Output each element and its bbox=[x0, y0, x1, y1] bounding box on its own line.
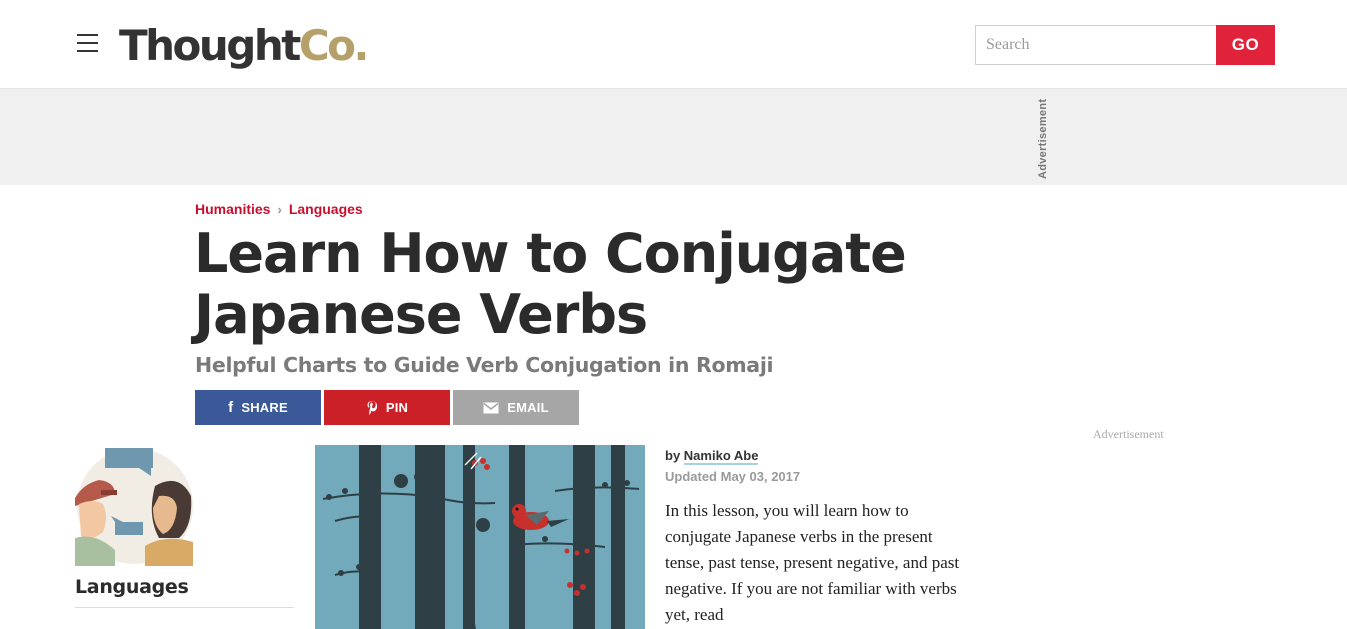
sidebar-category-title[interactable]: Languages bbox=[75, 576, 189, 598]
sidebar-divider bbox=[75, 607, 294, 608]
updated-date: Updated May 03, 2017 bbox=[665, 469, 801, 484]
site-header: ThoughtCo. GO bbox=[0, 0, 1347, 89]
breadcrumb-languages[interactable]: Languages bbox=[289, 201, 363, 217]
languages-category-illustration[interactable] bbox=[75, 446, 195, 566]
facebook-share-label: SHARE bbox=[241, 400, 288, 415]
top-ad-banner bbox=[0, 89, 1347, 185]
facebook-icon: f bbox=[228, 399, 234, 416]
search-input[interactable] bbox=[975, 25, 1217, 65]
facebook-share-button[interactable]: f SHARE bbox=[195, 390, 321, 425]
sidebar-ad-label: Advertisement bbox=[1093, 427, 1164, 441]
email-share-button[interactable]: EMAIL bbox=[453, 390, 579, 425]
pinterest-share-button[interactable]: PIN bbox=[324, 390, 450, 425]
email-icon bbox=[483, 402, 499, 413]
hamburger-menu-icon[interactable] bbox=[77, 34, 98, 52]
site-logo[interactable]: ThoughtCo. bbox=[119, 20, 370, 72]
top-ad-label: Advertisement bbox=[1037, 98, 1049, 180]
logo-main-text: Thought bbox=[119, 21, 301, 70]
breadcrumb-separator-icon: › bbox=[277, 201, 282, 217]
byline-prefix: by bbox=[665, 448, 681, 463]
author-link[interactable]: Namiko Abe bbox=[683, 448, 759, 465]
logo-accent-text: Co. bbox=[298, 21, 370, 70]
breadcrumb: Humanities › Languages bbox=[195, 201, 363, 217]
pinterest-icon bbox=[367, 401, 377, 415]
article-hero-image bbox=[315, 445, 645, 629]
share-bar: f SHARE PIN EMAIL bbox=[195, 390, 579, 425]
email-share-label: EMAIL bbox=[507, 400, 549, 415]
page-title: Learn How to Conjugate Japanese Verbs bbox=[194, 222, 907, 346]
article-body-paragraph: In this lesson, you will learn how to co… bbox=[665, 501, 960, 624]
byline: by Namiko Abe bbox=[665, 448, 759, 465]
search-go-button[interactable]: GO bbox=[1216, 25, 1275, 65]
pinterest-share-label: PIN bbox=[385, 400, 409, 415]
page-subtitle: Helpful Charts to Guide Verb Conjugation… bbox=[195, 353, 774, 377]
breadcrumb-humanities[interactable]: Humanities bbox=[195, 201, 270, 217]
